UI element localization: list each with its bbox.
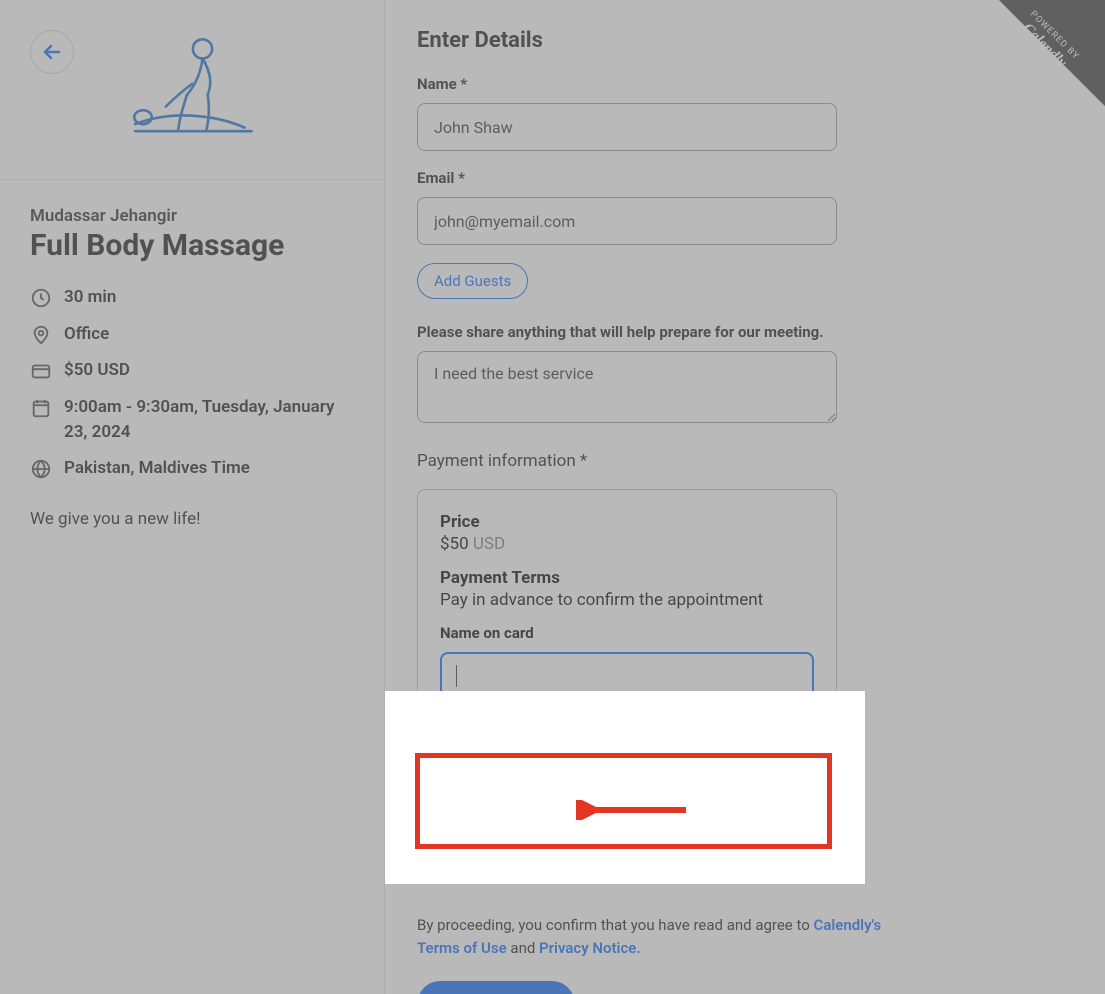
meta-location: Office xyxy=(30,322,354,347)
tagline: We give you a new life! xyxy=(30,509,354,529)
price-amount: $50 xyxy=(440,534,469,554)
add-guests-button[interactable]: Add Guests xyxy=(417,263,528,299)
cardname-input[interactable] xyxy=(440,652,814,700)
calendar-icon xyxy=(30,397,52,419)
stripe-badge: Powered by stripe xyxy=(440,814,573,847)
meta-duration: 30 min xyxy=(30,285,354,310)
price-text: $50 USD xyxy=(64,358,130,383)
powered-by-text: Powered by xyxy=(453,824,515,838)
privacy-link[interactable]: Privacy Notice. xyxy=(539,939,641,957)
host-name: Mudassar Jehangir xyxy=(30,206,354,226)
massage-icon xyxy=(122,25,262,155)
event-title: Full Body Massage xyxy=(30,228,354,263)
payment-section-label: Payment information * xyxy=(417,451,1073,471)
email-input[interactable] xyxy=(417,197,837,245)
booking-page: Mudassar Jehangir Full Body Massage 30 m… xyxy=(0,0,1105,994)
notes-label: Please share anything that will help pre… xyxy=(417,323,1073,341)
terms-label: Payment Terms xyxy=(440,568,814,588)
datetime-text: 9:00am - 9:30am, Tuesday, January 23, 20… xyxy=(64,395,354,444)
meta-datetime: 9:00am - 9:30am, Tuesday, January 23, 20… xyxy=(30,395,354,444)
notes-input[interactable]: I need the best service xyxy=(417,351,837,423)
form-panel: Enter Details Name * Email * Add Guests … xyxy=(385,0,1105,994)
proceed-disclaimer: By proceeding, you confirm that you have… xyxy=(417,914,917,959)
name-label: Name * xyxy=(417,75,1073,93)
clock-icon xyxy=(30,287,52,309)
card-element[interactable]: Card number MM / YY CVC xyxy=(440,720,814,766)
back-button[interactable] xyxy=(30,30,74,74)
globe-icon xyxy=(30,458,52,480)
terms-value: Pay in advance to confirm the appointmen… xyxy=(440,590,814,610)
card-number-placeholder: Card number xyxy=(493,734,688,752)
card-exp-placeholder: MM / YY xyxy=(700,734,758,752)
price-label: Price xyxy=(440,512,814,532)
card-icon xyxy=(30,360,52,382)
proceed-prefix: By proceeding, you confirm that you have… xyxy=(417,916,814,934)
meta-price: $50 USD xyxy=(30,358,354,383)
duration-text: 30 min xyxy=(64,285,116,310)
name-input[interactable] xyxy=(417,103,837,151)
price-currency: USD xyxy=(473,534,505,554)
card-cvc-placeholder: CVC xyxy=(772,734,801,752)
credit-card-icon xyxy=(453,733,481,753)
meta-timezone: Pakistan, Maldives Time xyxy=(30,456,354,481)
sidebar-body: Mudassar Jehangir Full Body Massage 30 m… xyxy=(0,180,384,559)
location-text: Office xyxy=(64,322,109,347)
arrow-left-icon xyxy=(40,40,64,64)
price-value: $50 USD xyxy=(440,534,814,554)
timezone-text: Pakistan, Maldives Time xyxy=(64,456,250,481)
stripe-note: Your payments are securely processed by … xyxy=(440,788,814,806)
proceed-and: and xyxy=(510,939,539,957)
payment-box: Price $50 USD Payment Terms Pay in advan… xyxy=(417,489,837,870)
form-heading: Enter Details xyxy=(417,28,1073,53)
stripe-logo: stripe xyxy=(521,821,560,840)
location-icon xyxy=(30,324,52,346)
email-label: Email * xyxy=(417,169,1073,187)
schedule-button[interactable]: Schedule Event xyxy=(417,981,575,994)
sidebar: Mudassar Jehangir Full Body Massage 30 m… xyxy=(0,0,385,994)
sidebar-header xyxy=(0,0,384,180)
cardname-label: Name on card xyxy=(440,624,814,642)
